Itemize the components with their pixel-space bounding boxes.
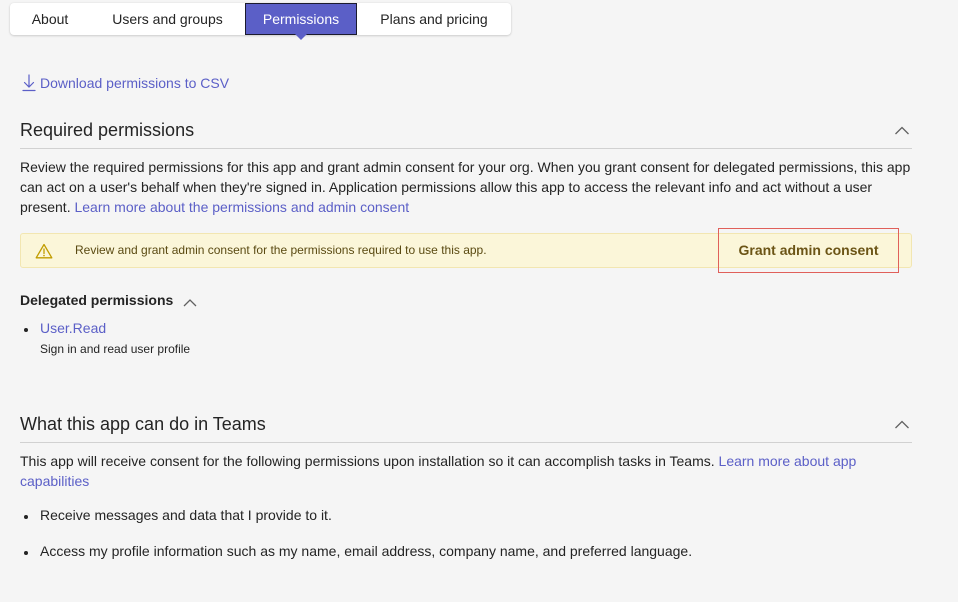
download-csv-link[interactable]: Download permissions to CSV xyxy=(22,74,229,92)
required-permissions-header: Required permissions xyxy=(20,116,912,149)
collapse-teams-chevron-up-icon[interactable] xyxy=(894,418,910,430)
download-csv-label: Download permissions to CSV xyxy=(40,75,230,91)
required-permissions-title: Required permissions xyxy=(20,120,195,140)
teams-description-text: This app will receive consent for the fo… xyxy=(20,453,715,469)
bullet xyxy=(24,515,28,519)
tab-about[interactable]: About xyxy=(10,3,90,35)
delegated-permissions-title: Delegated permissions xyxy=(20,292,174,308)
tab-users-and-groups[interactable]: Users and groups xyxy=(90,3,245,35)
collapse-required-chevron-up-icon[interactable] xyxy=(894,124,910,136)
learn-more-permissions-link[interactable]: Learn more about the permissions and adm… xyxy=(74,199,409,215)
capability-text: Access my profile information such as my… xyxy=(40,543,693,559)
bullet xyxy=(24,551,28,555)
warning-text: Review and grant admin consent for the p… xyxy=(75,243,487,257)
teams-capabilities-title: What this app can do in Teams xyxy=(20,414,266,434)
teams-capabilities-header: What this app can do in Teams xyxy=(20,410,912,443)
tab-bar: About Users and groups Permissions Plans… xyxy=(10,3,511,40)
capability-text: Receive messages and data that I provide… xyxy=(40,507,332,523)
teams-capabilities-description: This app will receive consent for the fo… xyxy=(20,451,915,491)
delegated-permissions-header: Delegated permissions xyxy=(20,292,198,308)
tab-plans-and-pricing[interactable]: Plans and pricing xyxy=(357,3,511,35)
warning-icon xyxy=(35,243,53,259)
permission-name-link[interactable]: User.Read xyxy=(40,320,106,336)
tab-permissions[interactable]: Permissions xyxy=(245,3,357,40)
collapse-delegated-chevron-up-icon[interactable] xyxy=(182,295,198,307)
bullet xyxy=(24,328,28,332)
permissions-page: About Users and groups Permissions Plans… xyxy=(0,0,958,602)
download-icon xyxy=(22,74,36,92)
grant-admin-consent-button[interactable]: Grant admin consent xyxy=(718,228,899,273)
required-permissions-description: Review the required permissions for this… xyxy=(20,157,915,217)
permission-description: Sign in and read user profile xyxy=(40,342,191,356)
